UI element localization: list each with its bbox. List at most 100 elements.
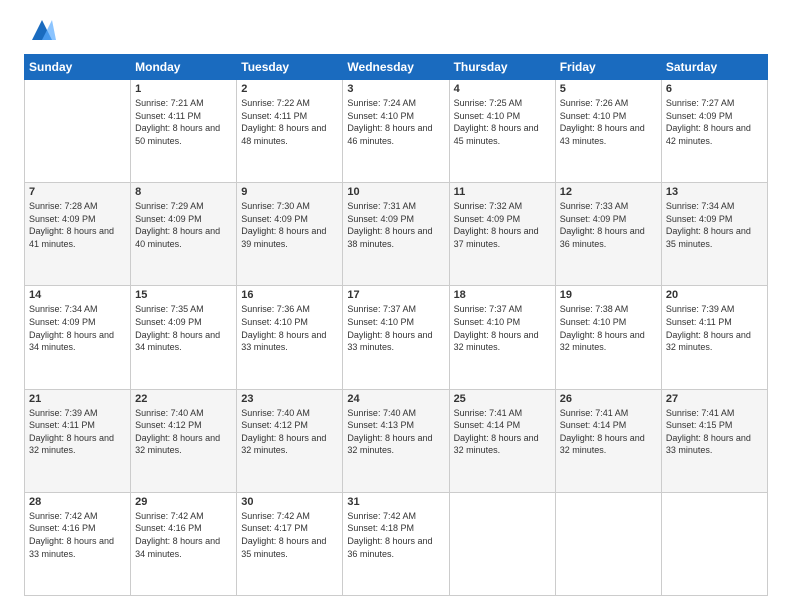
day-info: Sunrise: 7:39 AM Sunset: 4:11 PM Dayligh… [29, 407, 126, 457]
daylight-text: Daylight: 8 hours and 32 minutes. [560, 330, 645, 353]
sunset-text: Sunset: 4:13 PM [347, 420, 414, 430]
daylight-text: Daylight: 8 hours and 32 minutes. [454, 433, 539, 456]
calendar-cell: 15 Sunrise: 7:35 AM Sunset: 4:09 PM Dayl… [131, 286, 237, 389]
day-number: 9 [241, 186, 338, 198]
day-info: Sunrise: 7:30 AM Sunset: 4:09 PM Dayligh… [241, 200, 338, 250]
calendar-cell: 22 Sunrise: 7:40 AM Sunset: 4:12 PM Dayl… [131, 389, 237, 492]
sunrise-text: Sunrise: 7:35 AM [135, 304, 204, 314]
calendar-cell: 23 Sunrise: 7:40 AM Sunset: 4:12 PM Dayl… [237, 389, 343, 492]
calendar-week-row: 7 Sunrise: 7:28 AM Sunset: 4:09 PM Dayli… [25, 183, 768, 286]
sunrise-text: Sunrise: 7:27 AM [666, 98, 735, 108]
day-info: Sunrise: 7:25 AM Sunset: 4:10 PM Dayligh… [454, 97, 551, 147]
calendar-cell: 12 Sunrise: 7:33 AM Sunset: 4:09 PM Dayl… [555, 183, 661, 286]
daylight-text: Daylight: 8 hours and 48 minutes. [241, 123, 326, 146]
sunrise-text: Sunrise: 7:40 AM [135, 408, 204, 418]
day-info: Sunrise: 7:40 AM Sunset: 4:12 PM Dayligh… [135, 407, 232, 457]
sunrise-text: Sunrise: 7:41 AM [666, 408, 735, 418]
sunset-text: Sunset: 4:10 PM [560, 111, 627, 121]
calendar-cell: 6 Sunrise: 7:27 AM Sunset: 4:09 PM Dayli… [661, 80, 767, 183]
sunrise-text: Sunrise: 7:37 AM [454, 304, 523, 314]
calendar-cell: 28 Sunrise: 7:42 AM Sunset: 4:16 PM Dayl… [25, 492, 131, 595]
sunset-text: Sunset: 4:11 PM [241, 111, 307, 121]
day-number: 12 [560, 186, 657, 198]
sunrise-text: Sunrise: 7:42 AM [135, 511, 204, 521]
calendar-cell: 4 Sunrise: 7:25 AM Sunset: 4:10 PM Dayli… [449, 80, 555, 183]
day-number: 6 [666, 83, 763, 95]
day-info: Sunrise: 7:38 AM Sunset: 4:10 PM Dayligh… [560, 303, 657, 353]
calendar-cell: 31 Sunrise: 7:42 AM Sunset: 4:18 PM Dayl… [343, 492, 449, 595]
weekday-header-saturday: Saturday [661, 55, 767, 80]
calendar-week-row: 14 Sunrise: 7:34 AM Sunset: 4:09 PM Dayl… [25, 286, 768, 389]
daylight-text: Daylight: 8 hours and 36 minutes. [560, 226, 645, 249]
sunrise-text: Sunrise: 7:33 AM [560, 201, 629, 211]
day-info: Sunrise: 7:42 AM Sunset: 4:16 PM Dayligh… [29, 510, 126, 560]
weekday-header-tuesday: Tuesday [237, 55, 343, 80]
daylight-text: Daylight: 8 hours and 35 minutes. [241, 536, 326, 559]
sunset-text: Sunset: 4:10 PM [241, 317, 308, 327]
day-number: 23 [241, 393, 338, 405]
day-info: Sunrise: 7:31 AM Sunset: 4:09 PM Dayligh… [347, 200, 444, 250]
calendar-cell: 10 Sunrise: 7:31 AM Sunset: 4:09 PM Dayl… [343, 183, 449, 286]
day-info: Sunrise: 7:34 AM Sunset: 4:09 PM Dayligh… [29, 303, 126, 353]
sunset-text: Sunset: 4:09 PM [29, 214, 96, 224]
calendar-cell: 11 Sunrise: 7:32 AM Sunset: 4:09 PM Dayl… [449, 183, 555, 286]
day-info: Sunrise: 7:24 AM Sunset: 4:10 PM Dayligh… [347, 97, 444, 147]
sunset-text: Sunset: 4:11 PM [666, 317, 732, 327]
sunrise-text: Sunrise: 7:42 AM [29, 511, 98, 521]
sunset-text: Sunset: 4:09 PM [29, 317, 96, 327]
day-info: Sunrise: 7:35 AM Sunset: 4:09 PM Dayligh… [135, 303, 232, 353]
sunset-text: Sunset: 4:09 PM [135, 214, 202, 224]
calendar-cell: 24 Sunrise: 7:40 AM Sunset: 4:13 PM Dayl… [343, 389, 449, 492]
sunset-text: Sunset: 4:09 PM [241, 214, 308, 224]
sunrise-text: Sunrise: 7:36 AM [241, 304, 310, 314]
day-number: 17 [347, 289, 444, 301]
day-info: Sunrise: 7:40 AM Sunset: 4:13 PM Dayligh… [347, 407, 444, 457]
day-number: 28 [29, 496, 126, 508]
day-info: Sunrise: 7:32 AM Sunset: 4:09 PM Dayligh… [454, 200, 551, 250]
sunset-text: Sunset: 4:12 PM [135, 420, 202, 430]
calendar-cell: 17 Sunrise: 7:37 AM Sunset: 4:10 PM Dayl… [343, 286, 449, 389]
sunset-text: Sunset: 4:09 PM [666, 214, 733, 224]
sunset-text: Sunset: 4:16 PM [29, 523, 96, 533]
day-info: Sunrise: 7:40 AM Sunset: 4:12 PM Dayligh… [241, 407, 338, 457]
calendar-cell [25, 80, 131, 183]
weekday-header-sunday: Sunday [25, 55, 131, 80]
day-number: 25 [454, 393, 551, 405]
day-info: Sunrise: 7:41 AM Sunset: 4:14 PM Dayligh… [454, 407, 551, 457]
day-info: Sunrise: 7:37 AM Sunset: 4:10 PM Dayligh… [454, 303, 551, 353]
weekday-header-thursday: Thursday [449, 55, 555, 80]
calendar-week-row: 21 Sunrise: 7:39 AM Sunset: 4:11 PM Dayl… [25, 389, 768, 492]
calendar-cell: 2 Sunrise: 7:22 AM Sunset: 4:11 PM Dayli… [237, 80, 343, 183]
sunset-text: Sunset: 4:14 PM [560, 420, 627, 430]
day-info: Sunrise: 7:42 AM Sunset: 4:17 PM Dayligh… [241, 510, 338, 560]
day-number: 14 [29, 289, 126, 301]
calendar-cell: 30 Sunrise: 7:42 AM Sunset: 4:17 PM Dayl… [237, 492, 343, 595]
weekday-header-monday: Monday [131, 55, 237, 80]
sunset-text: Sunset: 4:09 PM [560, 214, 627, 224]
sunrise-text: Sunrise: 7:39 AM [29, 408, 98, 418]
day-number: 7 [29, 186, 126, 198]
weekday-header-row: SundayMondayTuesdayWednesdayThursdayFrid… [25, 55, 768, 80]
calendar-cell: 19 Sunrise: 7:38 AM Sunset: 4:10 PM Dayl… [555, 286, 661, 389]
calendar-week-row: 28 Sunrise: 7:42 AM Sunset: 4:16 PM Dayl… [25, 492, 768, 595]
sunrise-text: Sunrise: 7:26 AM [560, 98, 629, 108]
daylight-text: Daylight: 8 hours and 50 minutes. [135, 123, 220, 146]
sunrise-text: Sunrise: 7:39 AM [666, 304, 735, 314]
sunrise-text: Sunrise: 7:41 AM [560, 408, 629, 418]
day-number: 31 [347, 496, 444, 508]
day-info: Sunrise: 7:21 AM Sunset: 4:11 PM Dayligh… [135, 97, 232, 147]
daylight-text: Daylight: 8 hours and 42 minutes. [666, 123, 751, 146]
sunset-text: Sunset: 4:09 PM [454, 214, 521, 224]
day-info: Sunrise: 7:36 AM Sunset: 4:10 PM Dayligh… [241, 303, 338, 353]
day-info: Sunrise: 7:26 AM Sunset: 4:10 PM Dayligh… [560, 97, 657, 147]
daylight-text: Daylight: 8 hours and 32 minutes. [560, 433, 645, 456]
sunrise-text: Sunrise: 7:42 AM [241, 511, 310, 521]
sunset-text: Sunset: 4:10 PM [560, 317, 627, 327]
day-info: Sunrise: 7:37 AM Sunset: 4:10 PM Dayligh… [347, 303, 444, 353]
calendar-cell: 18 Sunrise: 7:37 AM Sunset: 4:10 PM Dayl… [449, 286, 555, 389]
daylight-text: Daylight: 8 hours and 32 minutes. [454, 330, 539, 353]
sunrise-text: Sunrise: 7:42 AM [347, 511, 416, 521]
header [24, 20, 768, 44]
day-info: Sunrise: 7:39 AM Sunset: 4:11 PM Dayligh… [666, 303, 763, 353]
calendar-table: SundayMondayTuesdayWednesdayThursdayFrid… [24, 54, 768, 596]
